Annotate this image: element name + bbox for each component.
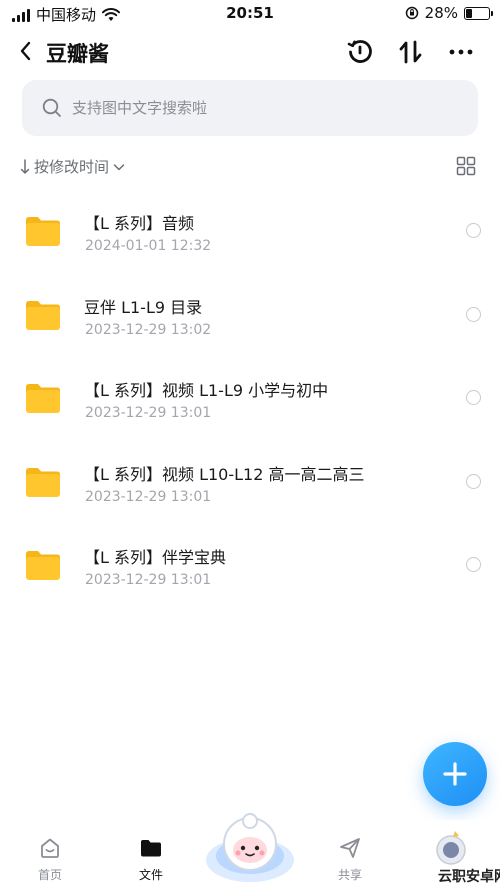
tab-share[interactable]: 共享 xyxy=(320,836,380,883)
grid-view-icon[interactable] xyxy=(456,156,476,176)
search-bar[interactable] xyxy=(22,80,478,136)
title-bar: 豆瓣酱 xyxy=(0,30,500,74)
add-button[interactable] xyxy=(423,742,487,806)
back-icon[interactable] xyxy=(14,36,38,66)
history-icon[interactable] xyxy=(345,37,375,67)
more-icon[interactable] xyxy=(446,37,476,67)
send-icon xyxy=(340,838,360,858)
tab-files-label: 文件 xyxy=(138,868,163,882)
tab-home[interactable]: 首页 xyxy=(20,836,80,883)
file-name: 【L 系列】音频 xyxy=(84,214,195,233)
list-item[interactable]: 豆伴 L1-L9 目录 2023-12-29 13:02 xyxy=(0,274,500,358)
folder-icon xyxy=(26,217,60,246)
file-date: 2023-12-29 13:01 xyxy=(85,405,212,421)
select-radio[interactable] xyxy=(466,306,481,322)
watermark-text: 云职安卓网 xyxy=(438,869,500,885)
file-date: 2023-12-29 13:01 xyxy=(85,572,212,588)
folder-icon xyxy=(26,467,60,497)
list-item[interactable]: 【L 系列】伴学宝典 2023-12-29 13:01 xyxy=(0,524,500,608)
battery-icon xyxy=(464,6,493,20)
sort-row: 按修改时间 xyxy=(20,156,480,180)
file-name: 【L 系列】伴学宝典 xyxy=(84,548,227,567)
file-date: 2023-12-29 13:01 xyxy=(85,488,212,505)
sort-selector[interactable]: 按修改时间 xyxy=(20,156,125,177)
file-list: 【L 系列】音频 2024-01-01 12:32 豆伴 L1-L9 目录 20… xyxy=(0,190,500,608)
tab-home-label: 首页 xyxy=(37,868,62,882)
status-bar: 中国移动 20:51 28% xyxy=(0,0,500,28)
arrow-down-icon xyxy=(20,158,30,174)
plus-icon xyxy=(443,762,467,786)
chevron-down-icon xyxy=(113,163,125,170)
folder-icon xyxy=(26,551,60,580)
bottom-tab-bar: 首页 文件 共享 云职安卓网 xyxy=(0,813,500,889)
select-radio[interactable] xyxy=(466,473,481,489)
list-item[interactable]: 【L 系列】视频 L1-L9 小学与初中 2023-12-29 13:01 xyxy=(0,357,500,441)
folder-tab-icon xyxy=(141,840,161,857)
page-title: 豆瓣酱 xyxy=(46,42,109,66)
status-right: 28% xyxy=(405,4,493,22)
list-item[interactable]: 【L 系列】视频 L10-L12 高一高二高三 2023-12-29 13:01 xyxy=(0,441,500,525)
tab-share-label: 共享 xyxy=(337,868,362,882)
tab-files[interactable]: 文件 xyxy=(121,836,181,883)
file-name: 【L 系列】视频 L10-L12 高一高二高三 xyxy=(84,464,365,484)
select-radio[interactable] xyxy=(466,557,481,572)
file-date: 2024-01-01 12:32 xyxy=(85,238,212,254)
file-name: 【L 系列】视频 L1-L9 小学与初中 xyxy=(84,381,329,400)
orientation-lock-icon xyxy=(405,6,418,20)
battery-percent: 28% xyxy=(424,4,458,22)
search-input[interactable] xyxy=(72,99,452,117)
mascot-icon[interactable] xyxy=(205,806,295,884)
folder-icon xyxy=(26,300,60,330)
home-icon xyxy=(41,838,59,858)
battery-fill xyxy=(466,8,473,18)
folder-icon xyxy=(26,384,60,413)
sort-label: 按修改时间 xyxy=(34,158,110,176)
select-radio[interactable] xyxy=(466,223,481,238)
search-icon xyxy=(42,98,61,117)
list-item[interactable]: 【L 系列】音频 2024-01-01 12:32 xyxy=(0,190,500,274)
sort-icon[interactable] xyxy=(396,37,426,67)
file-name: 豆伴 L1-L9 目录 xyxy=(84,297,203,317)
file-date: 2023-12-29 13:02 xyxy=(85,321,212,338)
select-radio[interactable] xyxy=(466,390,481,405)
